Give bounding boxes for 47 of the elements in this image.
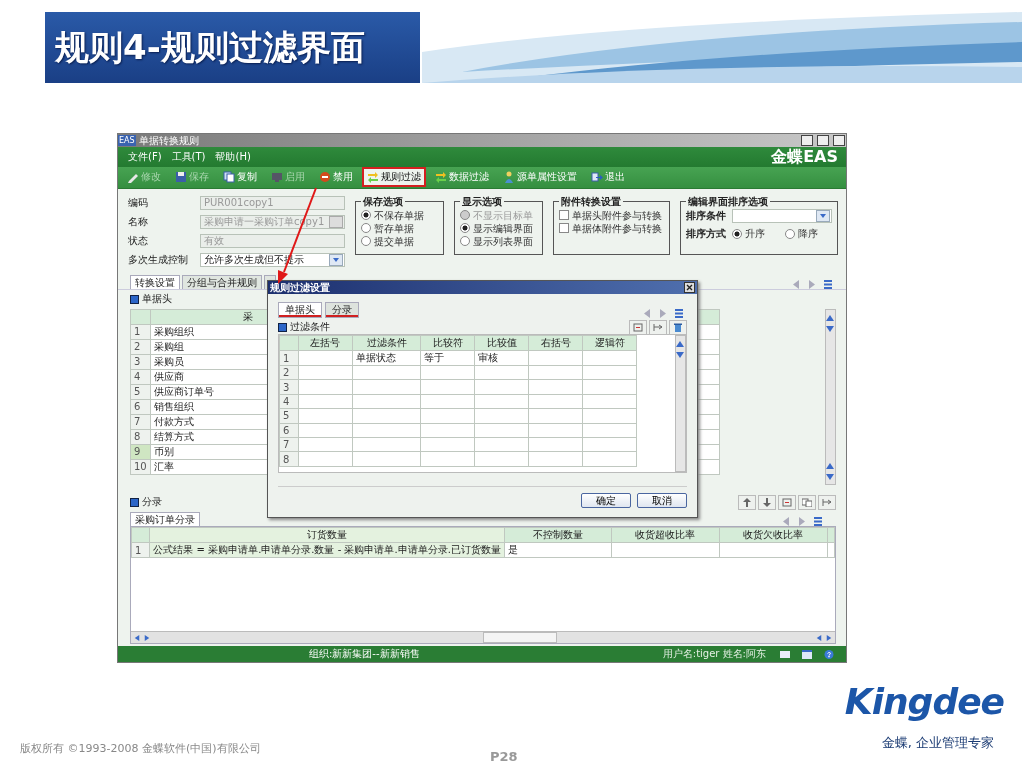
option-label: 单据体附件参与转换: [558, 221, 664, 235]
brand-logo: 金蝶EAS: [771, 146, 838, 168]
option-label: 暂存单据: [361, 221, 438, 235]
option-label: 显示编辑界面: [459, 221, 537, 235]
option-label: 单据头附件参与转换: [558, 208, 664, 222]
slide-title: 规则4-规则过滤界面: [45, 12, 420, 83]
column-header: 比较符: [420, 335, 475, 351]
field-label: 排序方式: [686, 226, 726, 241]
column-header: 右括号: [528, 335, 583, 351]
dialog-title: 规则过滤设置: [270, 281, 330, 294]
column-header: 收货超收比率: [611, 527, 720, 543]
table-cell: 审核: [474, 350, 529, 366]
field-label: 名称: [128, 214, 149, 229]
field-label: 状态: [128, 233, 149, 248]
column-header: 不控制数量: [504, 527, 612, 543]
column-header: 比较值: [474, 335, 529, 351]
field-label: 多次生成控制: [128, 252, 189, 267]
company-logo: Kingdee: [844, 681, 1004, 722]
window-title: 单据转换规则: [138, 134, 200, 147]
column-header: 过滤条件: [352, 335, 421, 351]
column-header: 订货数量: [149, 527, 505, 543]
tagline: 金蝶, 企业管理专家: [881, 734, 994, 752]
field-label: 排序条件: [686, 208, 726, 223]
option-label: 不显示目标单: [459, 208, 537, 222]
table-cell: 是: [504, 542, 612, 558]
column-header: 逻辑符: [582, 335, 637, 351]
column-header: 收货欠收比率: [719, 527, 828, 543]
group-title: 保存选项: [362, 194, 404, 209]
section-title: 分录: [142, 495, 162, 510]
group-title: 附件转换设置: [559, 194, 622, 209]
page-number: P28: [490, 749, 518, 764]
status-text: 用户名:tiger 姓名:阿东: [662, 647, 766, 662]
copyright-text: 版权所有 ©1993-2008 金蝶软件(中国)有限公司: [20, 741, 262, 756]
group-title: 编辑界面排序选项: [687, 194, 769, 209]
group-title: 显示选项: [460, 194, 503, 209]
option-label: 降序: [785, 227, 818, 241]
option-label: 不保存单据: [361, 208, 438, 222]
table-cell: 等于: [420, 350, 475, 366]
field-label: 编码: [128, 195, 149, 210]
option-label: 提交单据: [361, 234, 438, 248]
option-label: 显示列表界面: [459, 234, 537, 248]
app-icon: EAS: [118, 135, 136, 146]
table-cell: 单据状态: [352, 350, 421, 366]
status-text: 组织:新新集团--新新销售: [309, 647, 420, 662]
column-header: 左括号: [298, 335, 353, 351]
section-title: 单据头: [142, 292, 172, 307]
option-label: 升序: [732, 227, 765, 241]
